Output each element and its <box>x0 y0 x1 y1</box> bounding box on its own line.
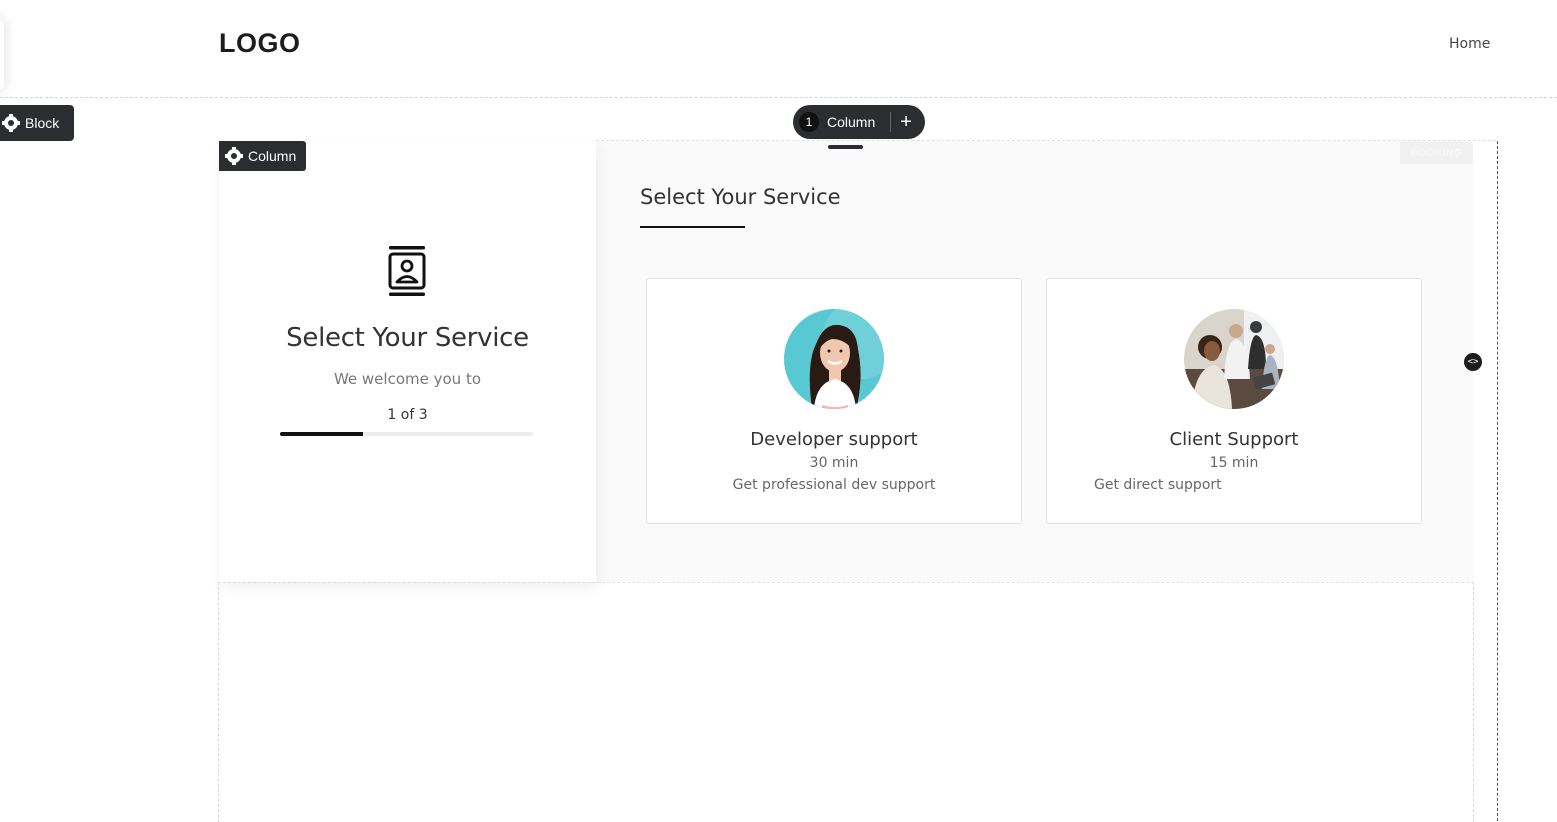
drag-handle[interactable] <box>828 145 863 149</box>
service-duration: 30 min <box>809 455 859 471</box>
side-panel-edge <box>0 20 4 90</box>
nav-link-home[interactable]: Home <box>1449 36 1490 52</box>
column-right-guide <box>1497 141 1498 822</box>
step-progress-bar <box>280 432 533 436</box>
service-name: Developer support <box>750 429 918 450</box>
column-count-badge: 1 <box>799 112 819 132</box>
resize-handle-icon[interactable]: <> <box>1464 353 1482 371</box>
site-logo[interactable]: LOGO <box>219 28 301 59</box>
title-underline <box>640 226 745 228</box>
block-settings-button[interactable]: Block <box>0 105 74 141</box>
service-name: Client Support <box>1169 429 1299 450</box>
intro-title: Select Your Service <box>286 323 529 353</box>
service-card-developer[interactable]: Developer support 30 min Get professiona… <box>646 278 1022 524</box>
service-duration: 15 min <box>1209 455 1259 471</box>
team-meeting-avatar <box>1184 309 1284 409</box>
intro-subtitle: We welcome you to <box>333 370 482 388</box>
section-top-guide <box>596 140 1496 141</box>
service-card-client[interactable]: Client Support 15 min Get direct support <box>1046 278 1422 524</box>
service-description: Get professional dev support <box>732 477 936 493</box>
section-tag: BOOKING <box>1400 142 1473 164</box>
contact-card-icon <box>388 246 426 296</box>
site-header: LOGO Home <box>0 0 1557 98</box>
service-description: Get direct support <box>1094 477 1222 493</box>
empty-section-outline <box>218 582 1474 822</box>
column-settings-button[interactable]: Column <box>219 141 306 171</box>
gear-icon <box>2 114 20 132</box>
column-count-control[interactable]: 1 Column + <box>793 105 925 139</box>
step-indicator: 1 of 3 <box>387 407 428 423</box>
services-title: Select Your Service <box>640 185 841 209</box>
pill-divider <box>890 112 892 132</box>
column-count-label: Column <box>827 114 876 130</box>
gear-icon <box>225 147 243 165</box>
column-chip-label: Column <box>248 148 297 164</box>
add-column-button[interactable]: + <box>900 112 912 132</box>
block-chip-label: Block <box>25 115 60 131</box>
intro-column: Select Your Service We welcome you to 1 … <box>219 141 596 582</box>
woman-portrait-avatar <box>784 309 884 409</box>
step-progress-fill <box>280 432 364 436</box>
